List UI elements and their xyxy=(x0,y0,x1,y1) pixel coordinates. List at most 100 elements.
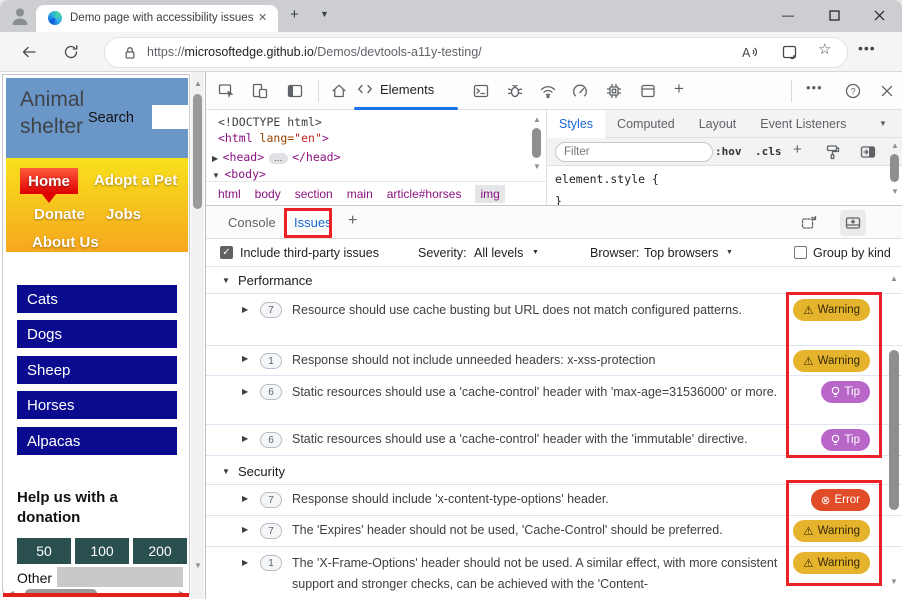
donate-50-button[interactable]: 50 xyxy=(17,538,71,564)
vscroll-up-arrow-icon[interactable]: ▲ xyxy=(194,80,202,88)
drawer-add-tab-button[interactable]: + xyxy=(348,212,357,230)
help-icon[interactable]: ? xyxy=(844,82,862,100)
dock-drawer-button[interactable] xyxy=(840,210,866,236)
search-input[interactable] xyxy=(152,105,190,129)
memory-icon[interactable] xyxy=(605,82,623,100)
tab-styles[interactable]: Styles xyxy=(547,110,605,138)
body-twisty-icon[interactable]: ▼ xyxy=(212,171,220,180)
tab-layout[interactable]: Layout xyxy=(687,110,749,138)
maximize-button[interactable] xyxy=(811,0,857,30)
performance-icon[interactable] xyxy=(571,82,589,100)
favorites-star-icon[interactable]: ☆ xyxy=(818,40,831,58)
button-cats[interactable]: Cats xyxy=(17,285,177,313)
toggle-sidebar-icon[interactable] xyxy=(859,143,877,161)
breadcrumb-html[interactable]: html xyxy=(218,187,241,201)
issue-twisty-icon[interactable]: ▶ xyxy=(242,305,248,314)
section-performance[interactable]: ▼ Performance xyxy=(206,267,902,294)
breadcrumb-section[interactable]: section xyxy=(295,187,333,201)
nav-donate[interactable]: Donate xyxy=(34,206,85,223)
button-alpacas[interactable]: Alpacas xyxy=(17,427,177,455)
styles-scroll-up-icon[interactable]: ▲ xyxy=(891,142,899,150)
network-icon[interactable] xyxy=(539,82,557,100)
devtools-close-icon[interactable] xyxy=(878,82,896,100)
dom-scroll-up-icon[interactable]: ▲ xyxy=(533,116,541,124)
refresh-icon[interactable] xyxy=(62,43,80,61)
issue-twisty-icon[interactable]: ▶ xyxy=(242,494,248,503)
tab-close-icon[interactable]: ✕ xyxy=(258,11,267,24)
button-sheep[interactable]: Sheep xyxy=(17,356,177,384)
nav-adopt[interactable]: Adopt a Pet xyxy=(94,172,177,189)
minimize-button[interactable]: — xyxy=(765,0,811,30)
inspect-element-icon[interactable] xyxy=(218,82,236,100)
issue-twisty-icon[interactable]: ▶ xyxy=(242,525,248,534)
tab-list-chevron-icon[interactable]: ▼ xyxy=(320,9,329,19)
address-bar[interactable]: https://microsoftedge.github.io/Demos/de… xyxy=(104,37,848,68)
donate-200-button[interactable]: 200 xyxy=(133,538,187,564)
breadcrumb-img[interactable]: img xyxy=(475,185,504,203)
format-paint-icon[interactable] xyxy=(823,143,841,161)
new-tab-button[interactable]: + xyxy=(290,6,299,23)
styles-scroll-down-icon[interactable]: ▼ xyxy=(891,188,899,196)
nav-about[interactable]: About Us xyxy=(32,234,99,251)
donate-100-button[interactable]: 100 xyxy=(75,538,129,564)
issue-twisty-icon[interactable]: ▶ xyxy=(242,387,248,396)
panel-layout-icon[interactable] xyxy=(286,82,304,100)
home-icon[interactable] xyxy=(330,82,348,100)
dom-head-node[interactable]: ▶ <head> … </head> xyxy=(212,148,341,166)
tab-console[interactable]: Console xyxy=(228,215,276,230)
tab-computed[interactable]: Computed xyxy=(605,110,687,138)
issues-scroll-down-icon[interactable]: ▼ xyxy=(890,578,898,586)
styles-tabs-chevron-icon[interactable]: ▼ xyxy=(879,119,887,128)
dom-html-node[interactable]: <html lang="en"> xyxy=(218,131,329,145)
inline-expand-icon[interactable]: … xyxy=(269,153,288,164)
issues-scroll-up-icon[interactable]: ▲ xyxy=(890,275,898,283)
console-panel-icon[interactable] xyxy=(472,82,490,100)
close-window-button[interactable] xyxy=(856,0,902,30)
include-third-party-checkbox[interactable]: ✓ xyxy=(220,246,233,259)
issue-twisty-icon[interactable]: ▶ xyxy=(242,434,248,443)
breadcrumb-article[interactable]: article#horses xyxy=(387,187,462,201)
vscroll-down-arrow-icon[interactable]: ▼ xyxy=(194,562,202,570)
dom-scroll-down-icon[interactable]: ▼ xyxy=(533,163,541,171)
nav-home[interactable]: Home xyxy=(20,168,78,194)
reading-mode-icon[interactable] xyxy=(781,43,800,62)
breadcrumb-body[interactable]: body xyxy=(255,187,281,201)
group-by-kind-checkbox[interactable] xyxy=(794,246,807,259)
performance-caret-icon[interactable]: ▼ xyxy=(222,276,230,285)
issue-twisty-icon[interactable]: ▶ xyxy=(242,354,248,363)
lock-icon[interactable] xyxy=(121,44,139,62)
other-amount-input[interactable] xyxy=(57,567,183,587)
profile-avatar[interactable] xyxy=(8,4,32,28)
device-emulation-icon[interactable] xyxy=(251,82,269,100)
dom-doctype[interactable]: <!DOCTYPE html> xyxy=(218,115,322,129)
issues-scroll-thumb[interactable] xyxy=(889,350,899,510)
breadcrumb-main[interactable]: main xyxy=(347,187,373,201)
page-vscrollbar[interactable]: ▲ ▼ xyxy=(191,72,204,599)
dom-scroll-thumb[interactable] xyxy=(532,128,541,158)
hov-toggle[interactable]: :hov xyxy=(715,145,742,158)
styles-scroll-thumb[interactable] xyxy=(890,154,899,182)
tab-elements[interactable]: Elements xyxy=(356,80,434,98)
new-style-rule-button[interactable]: + xyxy=(793,141,802,158)
nav-jobs[interactable]: Jobs xyxy=(106,206,141,223)
application-icon[interactable] xyxy=(639,82,657,100)
bug-icon[interactable] xyxy=(506,82,524,100)
security-caret-icon[interactable]: ▼ xyxy=(222,467,230,476)
element-style-rule[interactable]: element.style { xyxy=(555,172,659,186)
browser-select[interactable]: Top browsers xyxy=(644,246,718,260)
tab-event-listeners[interactable]: Event Listeners xyxy=(748,110,858,138)
drawer-restore-icon[interactable] xyxy=(800,214,818,232)
button-dogs[interactable]: Dogs xyxy=(17,320,177,348)
head-twisty-icon[interactable]: ▶ xyxy=(212,154,218,163)
devtools-more-icon[interactable]: ••• xyxy=(806,80,823,95)
issue-twisty-icon[interactable]: ▶ xyxy=(242,558,248,567)
severity-select[interactable]: All levels xyxy=(474,246,523,260)
browser-tab[interactable]: Demo page with accessibility issues ✕ xyxy=(36,5,278,32)
button-horses[interactable]: Horses xyxy=(17,391,177,419)
more-tabs-button[interactable]: + xyxy=(674,79,684,99)
browser-more-menu-icon[interactable]: ••• xyxy=(858,40,876,56)
vscroll-thumb[interactable] xyxy=(193,94,202,209)
read-aloud-icon[interactable]: A xyxy=(741,43,760,62)
cls-toggle[interactable]: .cls xyxy=(755,145,782,158)
styles-filter-input[interactable] xyxy=(555,142,713,162)
